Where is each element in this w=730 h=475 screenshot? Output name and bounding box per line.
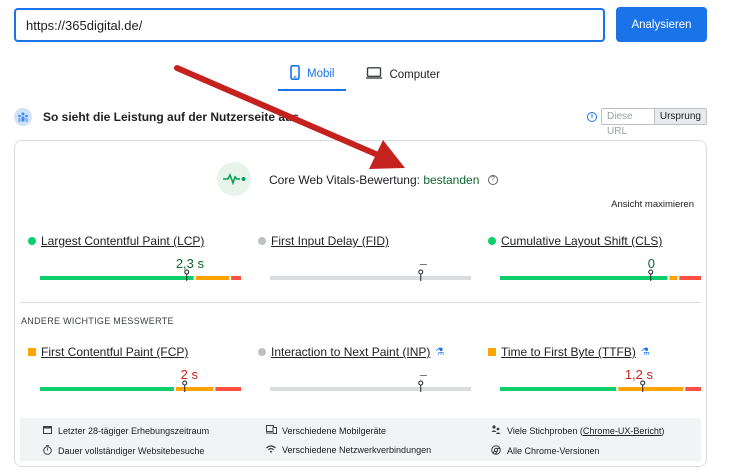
- footer-collection-period: Letzter 28-tägiger Erhebungszeitraum: [42, 425, 209, 436]
- expand-view-link[interactable]: Ansicht maximieren: [611, 199, 694, 210]
- field-data-header: So sieht die Leistung auf der Nutzerseit…: [14, 108, 707, 137]
- smartphone-icon: [290, 64, 300, 83]
- distribution-segment: [40, 387, 174, 391]
- metric-lcp-value: 2,3 s: [175, 256, 204, 271]
- metric-fcp-link[interactable]: First Contentful Paint (FCP): [41, 345, 188, 359]
- metric-cls-distribution: [500, 269, 701, 281]
- analyze-button[interactable]: Analysieren: [616, 7, 707, 42]
- core-web-vitals-badge: [217, 162, 251, 196]
- metric-inp-value: –: [419, 367, 427, 382]
- metric-inp-link[interactable]: Interaction to Next Paint (INP): [271, 345, 430, 359]
- metric-lcp-distribution: [40, 269, 241, 281]
- chrome-ux-report-link[interactable]: Chrome-UX-Bericht: [583, 426, 662, 436]
- distribution-segment: [618, 387, 684, 391]
- metric-ttfb-value: 1,2 s: [624, 367, 653, 382]
- timer-icon: [42, 445, 52, 457]
- metric-status-dot: [258, 237, 266, 245]
- scope-toggle: Diese URL Ursprung: [601, 108, 707, 137]
- tab-mobile[interactable]: Mobil: [278, 60, 347, 91]
- calendar-icon: [42, 425, 52, 436]
- distribution-marker-head: [184, 269, 190, 275]
- toggle-this-url[interactable]: Diese URL: [602, 109, 654, 137]
- distribution-segment: [500, 276, 668, 280]
- desktop-icon: [366, 67, 383, 82]
- metric-fcp-value: 2 s: [180, 367, 198, 382]
- footer-samples: Viele Stichproben (Chrome-UX-Bericht): [491, 425, 664, 436]
- distribution-segment: [685, 387, 701, 391]
- data-info-footer: Letzter 28-tägiger Erhebungszeitraum Dau…: [20, 418, 701, 461]
- tab-desktop-label: Computer: [389, 68, 440, 81]
- metric-status-square: [488, 348, 496, 356]
- metric-fid-value: –: [419, 256, 427, 271]
- divider: [20, 302, 701, 303]
- footer-versions-text: Alle Chrome-Versionen: [507, 446, 600, 456]
- footer-samples-text: Viele Stichproben (Chrome-UX-Bericht): [507, 425, 665, 436]
- footer-networks: Verschiedene Netzwerkverbindungen: [266, 445, 431, 455]
- distribution-segment: [215, 387, 241, 391]
- distribution-segment: [231, 276, 241, 280]
- metric-cls-link[interactable]: Cumulative Layout Shift (CLS): [501, 234, 662, 248]
- cwv-label: Core Web Vitals-Bewertung:: [269, 173, 420, 187]
- heartbeat-icon: [223, 173, 246, 186]
- experimental-flask-icon: ⚗: [435, 346, 445, 358]
- distribution-segment: [175, 387, 214, 391]
- footer-visits: Dauer vollständiger Websitebesuche: [42, 445, 204, 457]
- section-title: So sieht die Leistung auf der Nutzerseit…: [43, 110, 300, 124]
- footer-devices: Verschiedene Mobilgeräte: [266, 425, 386, 436]
- metric-cls-value: 0: [647, 256, 655, 271]
- distribution-marker-head: [418, 380, 424, 386]
- metric-ttfb-link[interactable]: Time to First Byte (TTFB): [501, 345, 636, 359]
- people-icon: [491, 425, 501, 436]
- chrome-icon: [491, 445, 501, 457]
- metric-fid-link[interactable]: First Input Delay (FID): [271, 234, 389, 248]
- metric-fid-distribution: [270, 269, 471, 281]
- footer-devices-text: Verschiedene Mobilgeräte: [282, 425, 387, 436]
- distribution-segment: [270, 276, 471, 280]
- footer-networks-text: Verschiedene Netzwerkverbindungen: [282, 445, 432, 455]
- devices-icon: [266, 425, 277, 436]
- core-web-vitals-assessment: Core Web Vitals-Bewertung: bestanden: [269, 173, 479, 187]
- device-tabs: Mobil Computer: [278, 60, 452, 91]
- cwv-status: bestanden: [423, 173, 480, 187]
- metric-status-dot: [258, 348, 266, 356]
- metric-lcp-link[interactable]: Largest Contentful Paint (LCP): [41, 234, 204, 248]
- url-input[interactable]: [14, 8, 605, 42]
- distribution-marker-head: [648, 269, 654, 275]
- distribution-segment: [270, 387, 471, 391]
- tab-desktop[interactable]: Computer: [354, 60, 452, 89]
- metric-fcp-distribution: [40, 380, 241, 392]
- info-icon[interactable]: i: [587, 112, 597, 122]
- experimental-flask-icon: ⚗: [640, 346, 650, 358]
- distribution-marker-head: [418, 269, 424, 275]
- distribution-segment: [195, 276, 230, 280]
- footer-collection-period-text: Letzter 28-tägiger Erhebungszeitraum: [58, 425, 210, 436]
- metric-status-dot: [488, 237, 496, 245]
- metric-status-dot: [28, 237, 36, 245]
- distribution-marker-head: [640, 380, 646, 386]
- users-icon: [14, 108, 32, 126]
- toggle-origin[interactable]: Ursprung: [653, 109, 706, 124]
- metric-status-square: [28, 348, 36, 356]
- footer-versions: Alle Chrome-Versionen: [491, 445, 600, 457]
- distribution-segment: [669, 276, 678, 280]
- distribution-segment: [679, 276, 701, 280]
- metric-ttfb-distribution: [500, 380, 701, 392]
- distribution-marker-head: [182, 380, 188, 386]
- tab-mobile-label: Mobil: [307, 67, 335, 80]
- distribution-segment: [40, 276, 194, 280]
- help-icon[interactable]: ?: [488, 175, 498, 185]
- other-metrics-title: ANDERE WICHTIGE MESSWERTE: [21, 316, 174, 326]
- footer-visits-text: Dauer vollständiger Websitebesuche: [58, 446, 205, 456]
- distribution-segment: [500, 387, 617, 391]
- wifi-icon: [266, 445, 276, 455]
- metric-inp-distribution: [270, 380, 471, 392]
